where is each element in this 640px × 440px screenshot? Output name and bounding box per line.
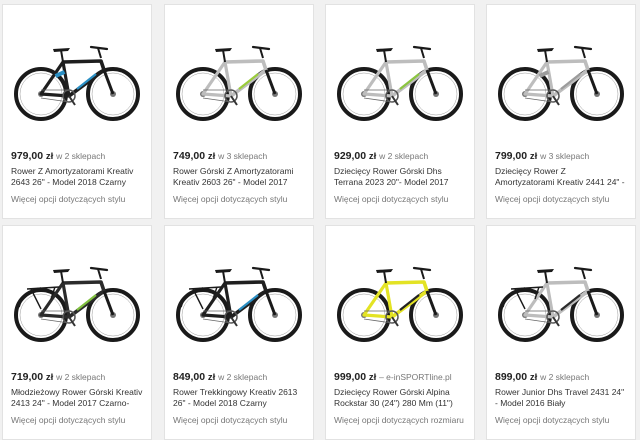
product-image[interactable] [326, 5, 474, 150]
bicycle-image [14, 45, 140, 121]
currency: zł [368, 372, 377, 383]
product-card[interactable]: 849,00 zł w 2 sklepach Rower Trekkingowy … [164, 225, 314, 440]
store-count[interactable]: w 2 sklepach [218, 372, 267, 382]
bicycle-image [14, 266, 140, 342]
product-card[interactable]: 929,00 zł w 2 sklepach Dziecięcy Rower Gó… [325, 4, 475, 219]
price-line: 929,00 zł w 2 sklepach [326, 150, 474, 163]
product-image[interactable] [3, 226, 151, 371]
store-count[interactable]: w 2 sklepach [56, 372, 105, 382]
more-options-link[interactable]: Więcej opcji dotyczących stylu [3, 188, 151, 204]
bicycle-image [176, 266, 302, 342]
bicycle-image [498, 266, 624, 342]
price-line: 799,00 zł w 3 sklepach [487, 150, 635, 163]
bicycle-image [337, 45, 463, 121]
product-card[interactable]: 899,00 zł w 2 sklepach Rower Junior Dhs T… [486, 225, 636, 440]
product-price: 749,00 [173, 150, 206, 162]
store-count[interactable]: – e-inSPORTline.pl [379, 372, 452, 382]
product-image[interactable] [326, 226, 474, 371]
price-line: 899,00 zł w 2 sklepach [487, 371, 635, 384]
product-title[interactable]: Rower Górski Z Amortyzatorami Kreativ 26… [165, 163, 313, 188]
product-image[interactable] [165, 5, 313, 150]
product-price: 979,00 [11, 150, 44, 162]
product-card[interactable]: 799,00 zł w 3 sklepach Dziecięcy Rower Z … [486, 4, 636, 219]
product-card[interactable]: 719,00 zł w 2 sklepach Młodzieżowy Rower … [2, 225, 152, 440]
product-title[interactable]: Dziecięcy Rower Górski Dhs Terrana 2023 … [326, 163, 474, 188]
product-price: 899,00 [495, 371, 528, 383]
price-line: 719,00 zł w 2 sklepach [3, 371, 151, 384]
more-options-link[interactable]: Więcej opcji dotyczących stylu [165, 188, 313, 204]
bicycle-image [498, 45, 624, 121]
product-title[interactable]: Rower Z Amortyzatorami Kreativ 2643 26" … [3, 163, 151, 188]
product-image[interactable] [487, 226, 635, 371]
product-image[interactable] [165, 226, 313, 371]
product-title[interactable]: Dziecięcy Rower Z Amortyzatorami Kreativ… [487, 163, 635, 188]
product-price: 849,00 [173, 371, 206, 383]
currency: zł [207, 151, 216, 162]
store-count[interactable]: w 2 sklepach [540, 372, 589, 382]
product-price: 719,00 [11, 371, 44, 383]
store-count[interactable]: w 3 sklepach [218, 151, 267, 161]
more-options-link[interactable]: Więcej opcji dotyczących stylu [487, 409, 635, 425]
currency: zł [45, 151, 54, 162]
currency: zł [368, 151, 377, 162]
bicycle-image [176, 45, 302, 121]
product-card[interactable]: 749,00 zł w 3 sklepach Rower Górski Z Amo… [164, 4, 314, 219]
product-price: 929,00 [334, 150, 367, 162]
product-grid: 979,00 zł w 2 sklepach Rower Z Amortyzato… [0, 0, 640, 440]
product-title[interactable]: Rower Trekkingowy Kreativ 2613 26" - Mod… [165, 384, 313, 409]
product-card[interactable]: 999,00 zł – e-inSPORTline.pl Dziecięcy Ro… [325, 225, 475, 440]
currency: zł [207, 372, 216, 383]
store-count[interactable]: w 2 sklepach [379, 151, 428, 161]
product-image[interactable] [487, 5, 635, 150]
product-image[interactable] [3, 5, 151, 150]
more-options-link[interactable]: Więcej opcji dotyczących stylu [487, 188, 635, 204]
currency: zł [529, 372, 538, 383]
price-line: 749,00 zł w 3 sklepach [165, 150, 313, 163]
product-price: 799,00 [495, 150, 528, 162]
more-options-link[interactable]: Więcej opcji dotyczących stylu [326, 188, 474, 204]
price-line: 849,00 zł w 2 sklepach [165, 371, 313, 384]
bicycle-image [337, 266, 463, 342]
store-count[interactable]: w 2 sklepach [56, 151, 105, 161]
product-title[interactable]: Dziecięcy Rower Górski Alpina Rockstar 3… [326, 384, 474, 409]
product-card[interactable]: 979,00 zł w 2 sklepach Rower Z Amortyzato… [2, 4, 152, 219]
more-options-link[interactable]: Więcej opcji dotyczących stylu [165, 409, 313, 425]
product-title[interactable]: Rower Junior Dhs Travel 2431 24" - Model… [487, 384, 635, 409]
more-options-link[interactable]: Więcej opcji dotyczących rozmiaru [326, 409, 474, 425]
product-price: 999,00 [334, 371, 367, 383]
store-count[interactable]: w 3 sklepach [540, 151, 589, 161]
currency: zł [529, 151, 538, 162]
price-line: 999,00 zł – e-inSPORTline.pl [326, 371, 474, 384]
currency: zł [45, 372, 54, 383]
product-title[interactable]: Młodzieżowy Rower Górski Kreativ 2413 24… [3, 384, 151, 409]
price-line: 979,00 zł w 2 sklepach [3, 150, 151, 163]
more-options-link[interactable]: Więcej opcji dotyczących stylu [3, 409, 151, 425]
